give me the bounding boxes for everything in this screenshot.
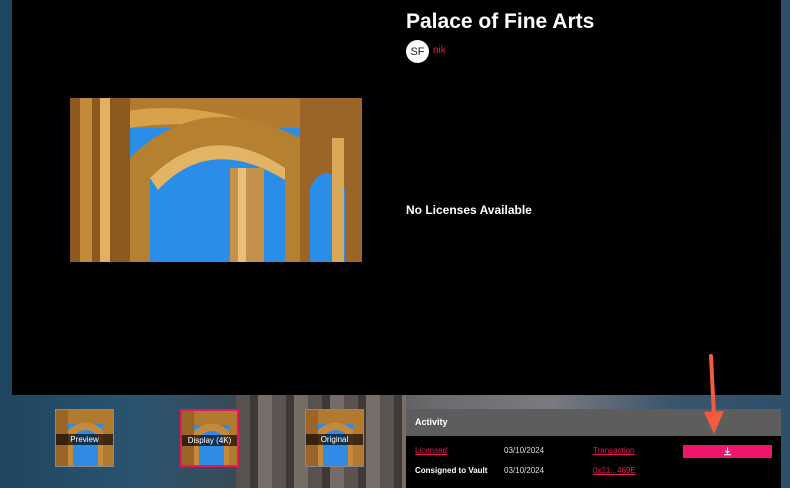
address-link[interactable]: 0x21...469E	[593, 466, 636, 475]
transaction-link[interactable]: Transaction	[593, 446, 635, 455]
thumbnail-original[interactable]: Original	[305, 409, 364, 467]
thumbnail-label: Preview	[56, 434, 113, 445]
artwork-title: Palace of Fine Arts	[406, 10, 595, 33]
artwork-image	[70, 98, 362, 262]
author-link[interactable]: nik	[433, 45, 446, 56]
thumbnail-preview[interactable]: Preview	[55, 409, 114, 467]
avatar[interactable]: SF	[406, 40, 429, 63]
activity-event: Consigned to Vault	[415, 466, 488, 475]
activity-row: Consigned to Vault 03/10/2024 0x21...469…	[406, 462, 781, 480]
no-licenses-message: No Licenses Available	[406, 203, 532, 217]
activity-date: 03/10/2024	[504, 446, 545, 455]
download-icon	[723, 447, 732, 456]
activity-date: 03/10/2024	[504, 466, 545, 475]
thumbnail-label: Display (4K)	[182, 435, 237, 446]
annotation-arrow-icon	[704, 354, 724, 434]
thumbnail-display-4k[interactable]: Display (4K)	[180, 409, 239, 467]
download-button[interactable]	[683, 445, 772, 458]
thumbnail-label: Original	[306, 434, 363, 445]
activity-event-link[interactable]: Licensed	[415, 446, 447, 455]
